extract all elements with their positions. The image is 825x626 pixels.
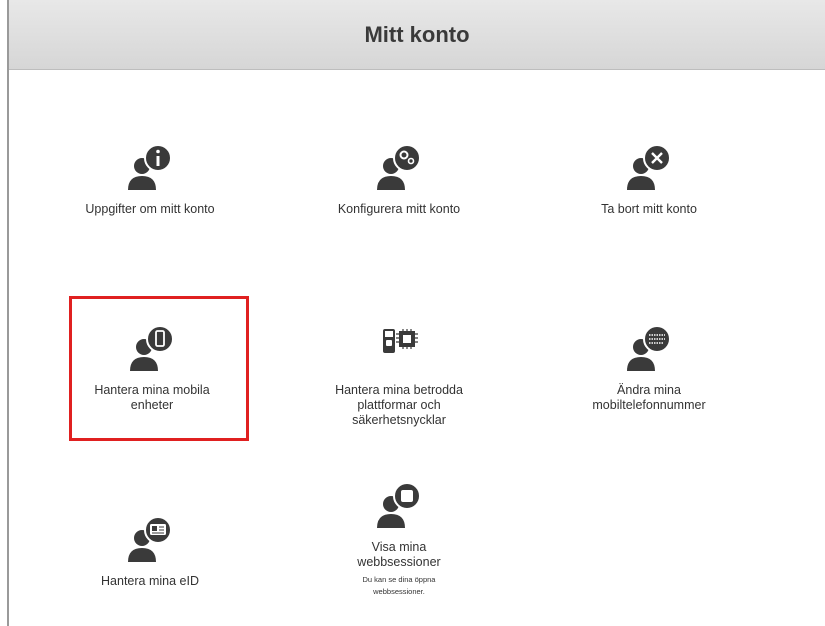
- tile-label: Hantera mina mobila enheter: [94, 383, 210, 412]
- tile-account-details[interactable]: Uppgifter om mitt konto: [60, 140, 240, 217]
- user-phone-number-icon: [627, 325, 671, 371]
- tile-configure-account[interactable]: Konfigurera mitt konto: [309, 140, 489, 217]
- security-keys-icon: [383, 329, 418, 353]
- account-page: Mitt konto Uppgifter om mitt konto Konfi…: [7, 0, 825, 626]
- tile-label: Uppgifter om mitt konto: [85, 202, 215, 216]
- tile-label: Konfigurera mitt konto: [337, 202, 461, 216]
- tile-label: Ändra mina mobiltelefonnummer: [592, 383, 706, 412]
- tile-manage-eid[interactable]: Hantera mina eID: [60, 512, 240, 589]
- tile-manage-mobile-devices[interactable]: Hantera mina mobila enheter: [62, 321, 242, 413]
- tile-trusted-platforms[interactable]: Hantera mina betrodda plattformar och sä…: [309, 321, 489, 428]
- user-settings-icon: [377, 144, 421, 190]
- user-eid-icon: [128, 516, 172, 562]
- user-info-icon: [128, 144, 172, 190]
- user-session-icon: [377, 482, 421, 528]
- tile-web-sessions[interactable]: Visa mina webbsessioner Du kan se dina ö…: [309, 478, 489, 598]
- page-header: Mitt konto: [9, 0, 825, 70]
- user-delete-icon: [627, 144, 671, 190]
- tile-sublabel: Du kan se dina öppna webbsessioner.: [362, 575, 436, 596]
- tile-label: Ta bort mitt konto: [601, 202, 697, 216]
- page-title: Mitt konto: [364, 21, 470, 47]
- tile-label: Hantera mina betrodda plattformar och sä…: [335, 383, 463, 427]
- tile-delete-account[interactable]: Ta bort mitt konto: [559, 140, 739, 217]
- tile-change-phone-numbers[interactable]: Ändra mina mobiltelefonnummer: [559, 321, 739, 413]
- tile-label: Hantera mina eID: [101, 574, 199, 588]
- tile-label: Visa mina webbsessioner: [357, 540, 441, 569]
- user-mobile-icon: [130, 325, 174, 371]
